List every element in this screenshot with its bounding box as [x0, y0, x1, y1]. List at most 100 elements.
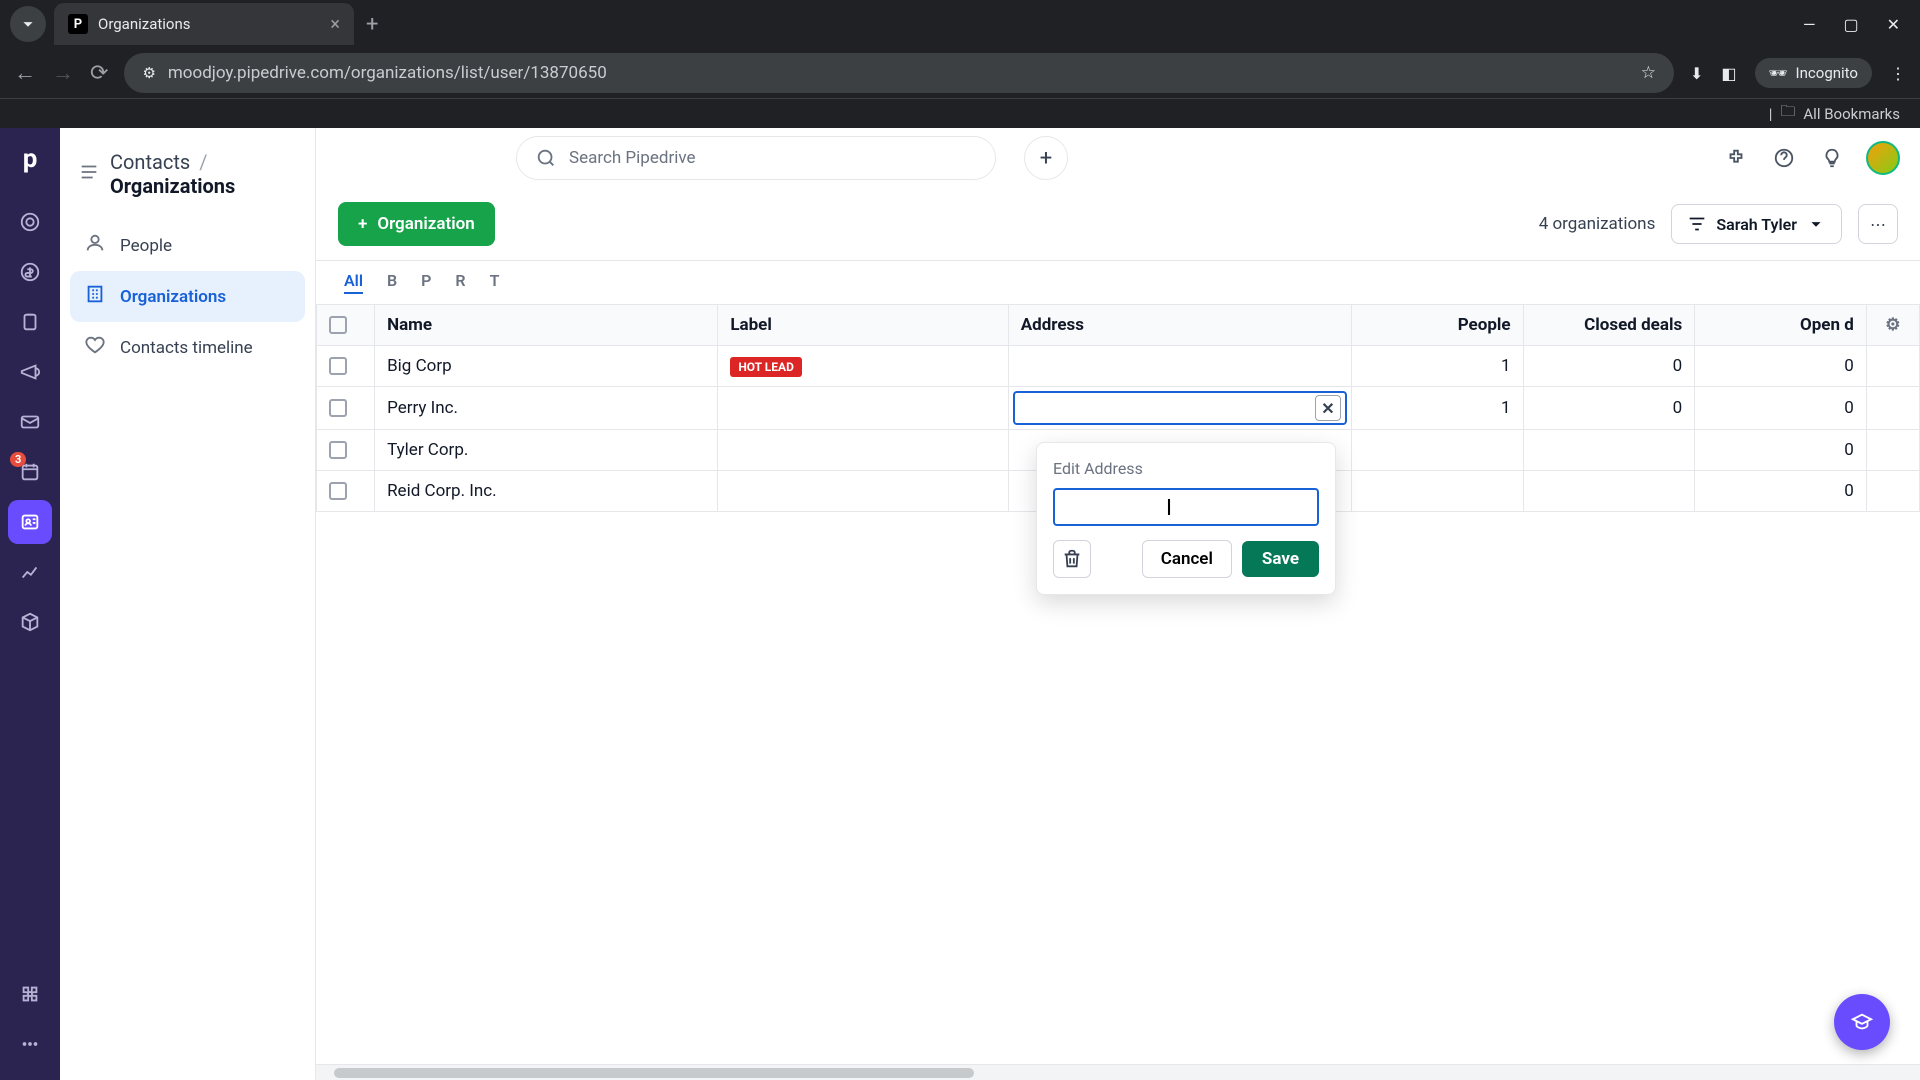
column-header-name[interactable]: Name [375, 305, 718, 346]
search-input[interactable]: Search Pipedrive [516, 136, 996, 180]
new-org-label: Organization [377, 214, 474, 234]
rail-item-mail[interactable] [8, 400, 52, 444]
scrollbar-thumb[interactable] [334, 1068, 974, 1078]
tab-search-button[interactable] [10, 6, 46, 42]
sidebar-item-organizations[interactable]: Organizations [70, 271, 305, 322]
cell-open[interactable]: 0 [1695, 430, 1867, 471]
row-checkbox[interactable] [329, 357, 347, 375]
cell-closed[interactable]: 0 [1523, 346, 1695, 387]
alpha-filter-letter[interactable]: B [387, 271, 397, 294]
rail-item-activities[interactable]: 3 [8, 450, 52, 494]
rail-item-marketplace[interactable] [8, 972, 52, 1016]
extensions-icon[interactable] [1722, 144, 1750, 172]
back-button[interactable]: ← [14, 60, 36, 86]
cell-closed[interactable]: 0 [1523, 387, 1695, 430]
cell-open[interactable]: 0 [1695, 346, 1867, 387]
url-bar[interactable]: ⚙ moodjoy.pipedrive.com/organizations/li… [124, 53, 1674, 93]
forward-button[interactable]: → [52, 60, 74, 86]
rail-item-campaigns[interactable] [8, 350, 52, 394]
cancel-button[interactable]: Cancel [1142, 540, 1232, 578]
more-actions-button[interactable]: ⋯ [1858, 204, 1898, 244]
rail-item-contacts[interactable] [8, 500, 52, 544]
cell-closed[interactable] [1523, 471, 1695, 512]
column-header-open[interactable]: Open d [1695, 305, 1867, 346]
quick-add-button[interactable]: + [1024, 136, 1068, 180]
alpha-filter-all[interactable]: All [344, 271, 363, 294]
breadcrumb-parent[interactable]: Contacts [110, 150, 190, 174]
rail-item-deals[interactable] [8, 250, 52, 294]
cell-open[interactable]: 0 [1695, 471, 1867, 512]
close-window-icon[interactable]: ✕ [1887, 15, 1900, 34]
column-header-label[interactable]: Label [718, 305, 1008, 346]
save-button[interactable]: Save [1242, 541, 1319, 577]
popover-title: Edit Address [1053, 459, 1319, 478]
cell-closed[interactable] [1523, 430, 1695, 471]
incognito-chip[interactable]: 🕶 Incognito [1755, 58, 1873, 88]
all-bookmarks-link[interactable]: All Bookmarks [1803, 105, 1900, 123]
column-header-address[interactable]: Address [1008, 305, 1351, 346]
rail-item-leads[interactable] [8, 200, 52, 244]
cell-label[interactable] [718, 430, 1008, 471]
cell-name[interactable]: Reid Corp. Inc. [375, 471, 718, 512]
row-checkbox[interactable] [329, 482, 347, 500]
rail-item-products[interactable] [8, 600, 52, 644]
browser-menu-icon[interactable]: ⋮ [1890, 64, 1906, 83]
clear-button[interactable]: ✕ [1315, 395, 1341, 421]
cell-people[interactable]: 1 [1351, 346, 1523, 387]
sidebar-item-people[interactable]: People [70, 220, 305, 271]
box-icon [19, 611, 41, 633]
rail-item-projects[interactable] [8, 300, 52, 344]
column-header-closed[interactable]: Closed deals [1523, 305, 1695, 346]
app-logo[interactable]: p [13, 142, 47, 176]
close-icon[interactable]: × [330, 14, 340, 35]
delete-button[interactable] [1053, 540, 1091, 578]
downloads-icon[interactable]: ⬇ [1690, 64, 1703, 83]
folder-icon: 🗀 [1780, 101, 1795, 126]
table-header-row: Name Label Address People Closed deals O… [317, 305, 1920, 346]
cell-open[interactable]: 0 [1695, 387, 1867, 430]
avatar[interactable] [1866, 141, 1900, 175]
table-row[interactable]: Big Corp HOT LEAD 1 0 0 [317, 346, 1920, 387]
collapse-sidebar-button[interactable] [78, 161, 100, 187]
cell-label[interactable] [718, 471, 1008, 512]
maximize-icon[interactable]: ▢ [1843, 15, 1858, 34]
row-checkbox[interactable] [329, 441, 347, 459]
column-header-people[interactable]: People [1351, 305, 1523, 346]
column-settings-button[interactable]: ⚙ [1866, 305, 1919, 346]
address-input[interactable] [1053, 488, 1319, 526]
rail-item-more[interactable] [8, 1022, 52, 1066]
cell-name[interactable]: Big Corp [375, 346, 718, 387]
incognito-label: Incognito [1796, 64, 1858, 82]
cell-name[interactable]: Perry Inc. [375, 387, 718, 430]
site-settings-icon[interactable]: ⚙ [142, 64, 155, 82]
browser-tab[interactable]: P Organizations × [54, 3, 354, 45]
cell-address-editing[interactable]: ✕ [1008, 387, 1351, 430]
horizontal-scrollbar[interactable] [316, 1064, 1920, 1080]
cell-people[interactable] [1351, 430, 1523, 471]
new-organization-button[interactable]: + Organization [338, 202, 495, 246]
select-all-checkbox[interactable] [329, 316, 347, 334]
cell-people[interactable]: 1 [1351, 387, 1523, 430]
alpha-filter-letter[interactable]: T [490, 271, 500, 294]
filter-user-chip[interactable]: Sarah Tyler [1671, 204, 1842, 244]
new-tab-button[interactable]: + [366, 12, 378, 37]
cell-label[interactable]: HOT LEAD [718, 346, 1008, 387]
rail-item-insights[interactable] [8, 550, 52, 594]
reload-button[interactable]: ⟳ [90, 61, 108, 86]
alpha-filter-letter[interactable]: R [455, 271, 465, 294]
table-row[interactable]: Perry Inc. ✕ 1 0 0 [317, 387, 1920, 430]
person-icon [84, 232, 106, 259]
help-icon[interactable] [1770, 144, 1798, 172]
cell-label[interactable] [718, 387, 1008, 430]
row-checkbox[interactable] [329, 399, 347, 417]
alpha-filter-letter[interactable]: P [421, 271, 431, 294]
minimize-icon[interactable]: — [1803, 15, 1816, 34]
cell-people[interactable] [1351, 471, 1523, 512]
sidepanel-icon[interactable]: ◧ [1721, 64, 1736, 83]
bookmark-star-icon[interactable]: ☆ [1641, 63, 1656, 83]
help-fab[interactable] [1834, 994, 1890, 1050]
cell-name[interactable]: Tyler Corp. [375, 430, 718, 471]
lightbulb-icon[interactable] [1818, 144, 1846, 172]
sidebar-item-timeline[interactable]: Contacts timeline [70, 322, 305, 373]
cell-address[interactable] [1008, 346, 1351, 387]
